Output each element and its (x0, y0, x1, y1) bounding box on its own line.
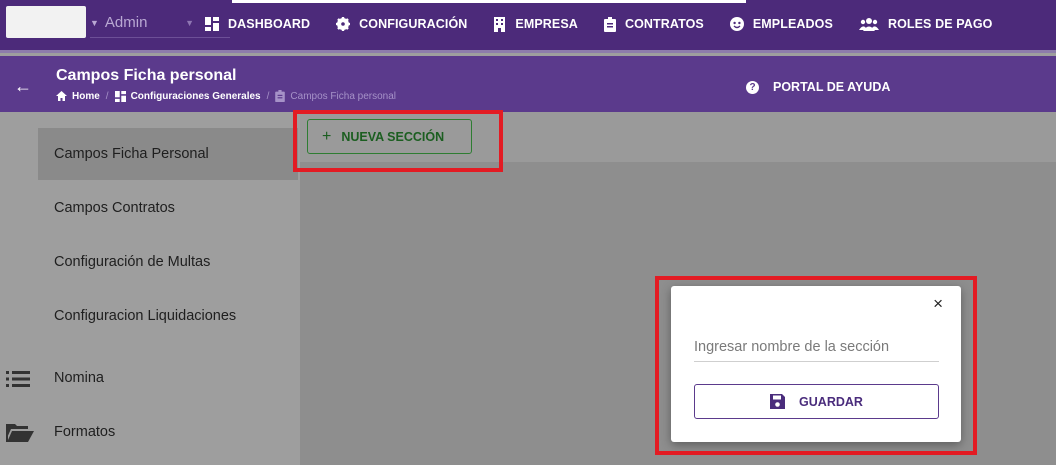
nav-dashboard-label: DASHBOARD (228, 17, 311, 31)
nav-roles-de-pago-label: ROLES DE PAGO (887, 17, 993, 31)
sidebar-item-label: Nomina (54, 370, 104, 386)
plus-icon: + (322, 127, 332, 145)
close-icon[interactable]: × (933, 294, 943, 314)
back-arrow-icon[interactable]: ← (14, 76, 32, 97)
breadcrumb: Home / Configuraciones Generales / Campo… (56, 90, 396, 102)
clipboard-icon (275, 90, 286, 102)
breadcrumb-current-label: Campos Ficha personal (290, 90, 397, 102)
section-name-input[interactable] (694, 332, 939, 362)
nav-empleados[interactable]: EMPLEADOS (729, 17, 833, 31)
home-icon (56, 91, 67, 101)
new-section-label: NUEVA SECCIÓN (341, 129, 445, 144)
breadcrumb-parent-label: Configuraciones Generales (130, 90, 261, 102)
gear-icon (336, 17, 351, 31)
building-icon (494, 16, 506, 32)
breadcrumb-current: Campos Ficha personal (275, 90, 396, 102)
sidebar-item-campos-contratos[interactable]: Campos Contratos (38, 182, 298, 234)
breadcrumb-home-label: Home (72, 90, 100, 102)
sidebar-item-campos-ficha-personal[interactable]: Campos Ficha Personal (38, 128, 298, 180)
sidebar-item-label: Formatos (54, 424, 116, 440)
face-icon (729, 17, 744, 31)
nav-empresa-label: EMPRESA (515, 17, 578, 31)
page-header: ← Campos Ficha personal Home / Configura… (0, 56, 1056, 112)
sidebar-item-label: Campos Ficha Personal (54, 146, 209, 162)
nav-contratos-label: CONTRATOS (624, 17, 704, 31)
breadcrumb-separator: / (105, 90, 109, 102)
dashboard-icon (114, 90, 126, 102)
help-portal-label: PORTAL DE AYUDA (773, 80, 891, 94)
help-icon: ? (746, 80, 759, 94)
floppy-disk-icon (770, 394, 786, 409)
nav-configuracion-label: CONFIGURACIÓN (359, 17, 468, 31)
main-menu: DASHBOARD CONFIGURACIÓN EMPRESA CONTRATO… (205, 0, 1019, 48)
help-portal-link[interactable]: ? PORTAL DE AYUDA (746, 80, 890, 94)
company-logo-box[interactable] (6, 6, 86, 38)
breadcrumb-parent[interactable]: Configuraciones Generales (114, 90, 261, 102)
user-menu-label: Admin (104, 14, 148, 31)
sidebar: Campos Ficha Personal Campos Contratos C… (0, 112, 300, 465)
nav-contratos[interactable]: CONTRATOS (603, 16, 704, 32)
sidebar-item-nomina[interactable]: Nomina (38, 352, 298, 404)
nav-configuracion[interactable]: CONFIGURACIÓN (336, 17, 467, 31)
sidebar-item-configuracion-multas[interactable]: Configuración de Multas (38, 236, 298, 288)
clipboard-icon (603, 16, 616, 32)
dashboard-icon (205, 17, 219, 31)
save-button-label: GUARDAR (799, 394, 863, 409)
sidebar-item-label: Campos Contratos (54, 200, 175, 216)
chevron-down-icon: ▼ (90, 17, 99, 28)
folder-icon (6, 424, 34, 442)
nav-empresa[interactable]: EMPRESA (493, 16, 578, 32)
sidebar-item-formatos[interactable]: Formatos (38, 406, 298, 458)
nav-roles-de-pago[interactable]: ROLES DE PAGO (858, 17, 993, 31)
list-icon (6, 371, 30, 387)
breadcrumb-separator: / (266, 90, 270, 102)
nav-dashboard[interactable]: DASHBOARD (205, 17, 310, 31)
page-title: Campos Ficha personal (56, 67, 237, 84)
new-section-dialog: × GUARDAR (671, 286, 961, 442)
dropdown-arrow-icon: ▼ (185, 17, 194, 28)
sidebar-item-configuracion-liquidaciones[interactable]: Configuracion Liquidaciones (38, 290, 298, 342)
new-section-button[interactable]: + NUEVA SECCIÓN (307, 119, 472, 154)
sidebar-item-label: Configuracion Liquidaciones (54, 308, 237, 324)
users-icon (858, 18, 879, 31)
nav-empleados-label: EMPLEADOS (752, 17, 833, 31)
save-button[interactable]: GUARDAR (694, 384, 939, 419)
nav-divider (0, 50, 1056, 53)
breadcrumb-home[interactable]: Home (56, 91, 100, 102)
sidebar-item-label: Configuración de Multas (54, 254, 211, 270)
